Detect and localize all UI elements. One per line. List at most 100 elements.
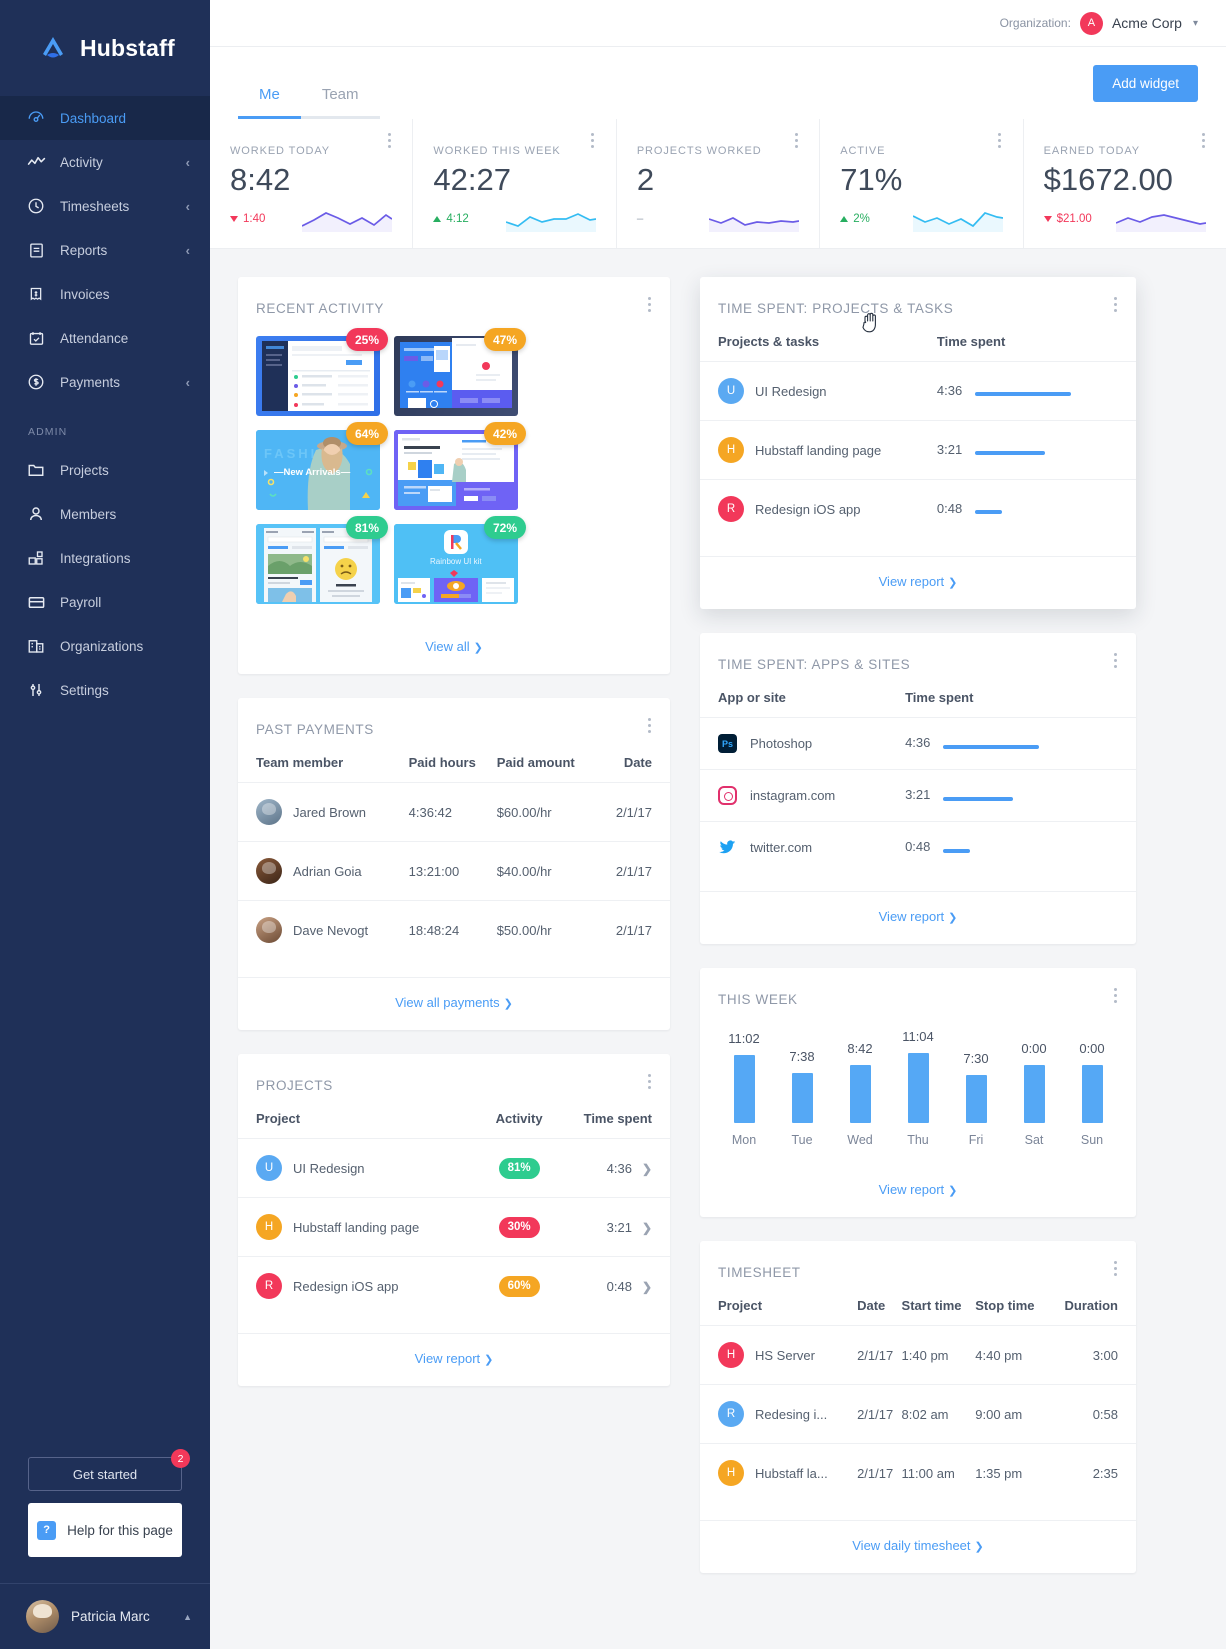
kebab-menu-icon[interactable] [642, 1072, 656, 1090]
kebab-menu-icon[interactable] [993, 131, 1007, 149]
sidebar-item-attendance[interactable]: Attendance [0, 316, 210, 360]
card-time-spent-projects-tasks[interactable]: TIME SPENT: PROJECTS & TASKS Projects & … [700, 277, 1136, 609]
sidebar-item-invoices[interactable]: Invoices [0, 272, 210, 316]
user-menu[interactable]: Patricia Marc ▲ [0, 1583, 210, 1649]
column-header: Time spent [905, 690, 974, 705]
table-row[interactable]: U UI Redesign 81% 4:36 ❯ [238, 1138, 670, 1198]
sidebar-item-settings[interactable]: Settings [0, 668, 210, 712]
stat-label: EARNED TODAY [1043, 145, 1141, 157]
card-footer: View report ❯ [700, 1165, 1136, 1217]
table-row[interactable]: H Hubstaff la... 2/1/17 11:00 am 1:35 pm … [700, 1443, 1136, 1502]
card-icon [26, 592, 46, 612]
kebab-menu-icon[interactable] [586, 131, 600, 149]
view-report-link[interactable]: View report ❯ [879, 1182, 958, 1197]
view-all-label: View all [425, 639, 470, 654]
activity-thumb-item[interactable]: FASHION —New Arrivals— 64% [256, 422, 388, 510]
sidebar-item-payments[interactable]: Payments ‹ [0, 360, 210, 404]
activity-thumb-item[interactable]: Rainbow UI kit 72% [394, 516, 526, 604]
tab-team[interactable]: Team [300, 86, 380, 119]
table-row[interactable]: Dave Nevogt 18:48:24 $50.00/hr 2/1/17 [238, 900, 670, 959]
table-row[interactable]: R Redesign iOS app 60% 0:48 ❯ [238, 1256, 670, 1315]
kebab-menu-icon[interactable] [1108, 1259, 1122, 1277]
kebab-menu-icon[interactable] [642, 716, 656, 734]
column-header: Duration [1064, 1298, 1118, 1313]
chevron-right-icon: ❯ [948, 1185, 958, 1197]
activity-thumb-item[interactable]: 81% [256, 516, 388, 604]
sidebar-item-integrations[interactable]: Integrations [0, 536, 210, 580]
table-row[interactable]: U UI Redesign 4:36 [700, 361, 1136, 421]
chevron-left-icon: ‹ [185, 198, 190, 214]
bar-value-label: 0:00 [1021, 1041, 1047, 1056]
table-row[interactable]: Adrian Goia 13:21:00 $40.00/hr 2/1/17 [238, 841, 670, 901]
bar-value-label: 7:30 [963, 1051, 989, 1066]
kebab-menu-icon[interactable] [789, 131, 803, 149]
column-header: Start time [901, 1298, 962, 1313]
table-row[interactable]: R Redesing i... 2/1/17 8:02 am 9:00 am 0:… [700, 1384, 1136, 1444]
table-row[interactable]: instagram.com 3:21 [700, 769, 1136, 822]
main-area: Organization: A Acme Corp ▾ Me Team Add … [210, 0, 1226, 1649]
table-row[interactable]: Ps Photoshop 4:36 [700, 717, 1136, 770]
bar-category-label: Tue [791, 1133, 813, 1147]
kebab-menu-icon[interactable] [642, 295, 656, 313]
chevron-right-icon[interactable]: ❯ [642, 1280, 652, 1294]
view-report-link[interactable]: View report ❯ [415, 1351, 494, 1366]
tab-me[interactable]: Me [238, 86, 301, 119]
chevron-right-icon: ❯ [484, 1354, 494, 1366]
activity-thumb-item[interactable]: 42% [394, 422, 526, 510]
tabs: Me Team [238, 86, 380, 119]
sidebar-item-dashboard[interactable]: Dashboard [0, 96, 210, 140]
chevron-right-icon[interactable]: ❯ [642, 1221, 652, 1235]
view-daily-timesheet-link[interactable]: View daily timesheet ❯ [852, 1538, 983, 1553]
kebab-menu-icon[interactable] [1108, 295, 1122, 313]
stat-value: 42:27 [433, 162, 511, 197]
table-row[interactable]: H Hubstaff landing page 30% 3:21 ❯ [238, 1197, 670, 1257]
stat-delta: $21.00 [1043, 213, 1092, 225]
help-for-this-page-button[interactable]: ? Help for this page [28, 1503, 182, 1557]
table-row[interactable]: R Redesign iOS app 0:48 [700, 479, 1136, 538]
column-header: Project [718, 1298, 763, 1313]
sidebar-item-label: Activity [60, 154, 103, 170]
kebab-menu-icon[interactable] [1108, 651, 1122, 669]
view-all-payments-link[interactable]: View all payments ❯ [395, 995, 513, 1010]
kebab-menu-icon[interactable] [1196, 131, 1210, 149]
app-name: twitter.com [750, 840, 813, 855]
sidebar-item-payroll[interactable]: Payroll [0, 580, 210, 624]
table-row[interactable]: H Hubstaff landing page 3:21 [700, 420, 1136, 480]
left-column: RECENT ACTIVITY 25% 47% FASHION —New Arr… [238, 277, 670, 1649]
app-name: Photoshop [750, 736, 813, 751]
kebab-menu-icon[interactable] [382, 131, 396, 149]
sidebar-item-projects[interactable]: Projects [0, 448, 210, 492]
activity-thumb-item[interactable]: 47% [394, 328, 526, 416]
right-column: TIME SPENT: PROJECTS & TASKS Projects & … [700, 277, 1136, 1649]
admin-nav: Projects Members Integrations Payroll Or… [0, 448, 210, 712]
paid-amount: $50.00/hr [496, 900, 599, 959]
activity-thumb-item[interactable]: 25% [256, 328, 388, 416]
column-header: Paid amount [496, 755, 575, 770]
sidebar-item-organizations[interactable]: Organizations [0, 624, 210, 668]
brand[interactable]: Hubstaff [0, 0, 210, 96]
chevron-right-icon[interactable]: ❯ [642, 1162, 652, 1176]
sidebar-item-members[interactable]: Members [0, 492, 210, 536]
card-title: TIMESHEET [718, 1265, 801, 1280]
time-spent: 4:36 [606, 1160, 632, 1176]
column-header: Project [256, 1111, 301, 1126]
table-row[interactable]: H HS Server 2/1/17 1:40 pm 4:40 pm 3:00 [700, 1325, 1136, 1385]
add-widget-button[interactable]: Add widget [1093, 65, 1198, 102]
stop-time: 4:40 pm [975, 1325, 1049, 1385]
sidebar-item-timesheets[interactable]: Timesheets ‹ [0, 184, 210, 228]
view-report-link[interactable]: View report ❯ [879, 574, 958, 589]
column-header: Projects & tasks [718, 334, 820, 349]
sidebar-item-reports[interactable]: Reports ‹ [0, 228, 210, 272]
sidebar-item-activity[interactable]: Activity ‹ [0, 140, 210, 184]
view-all-link[interactable]: View all ❯ [425, 639, 483, 654]
chevron-down-icon[interactable]: ▾ [1193, 18, 1198, 29]
table-row[interactable]: twitter.com 0:48 [700, 821, 1136, 873]
table-row[interactable]: Jared Brown 4:36:42 $60.00/hr 2/1/17 [238, 782, 670, 842]
view-report-link[interactable]: View report ❯ [879, 909, 958, 924]
card-title: TIME SPENT: APPS & SITES [718, 657, 911, 672]
column-header: Team member [256, 755, 344, 770]
kebab-menu-icon[interactable] [1108, 986, 1122, 1004]
activity-thumbnails: 25% 47% FASHION —New Arrivals— 64% 42% 8… [238, 316, 670, 604]
project-initial-badge: R [718, 496, 744, 522]
get-started-button[interactable]: Get started 2 [28, 1449, 190, 1491]
